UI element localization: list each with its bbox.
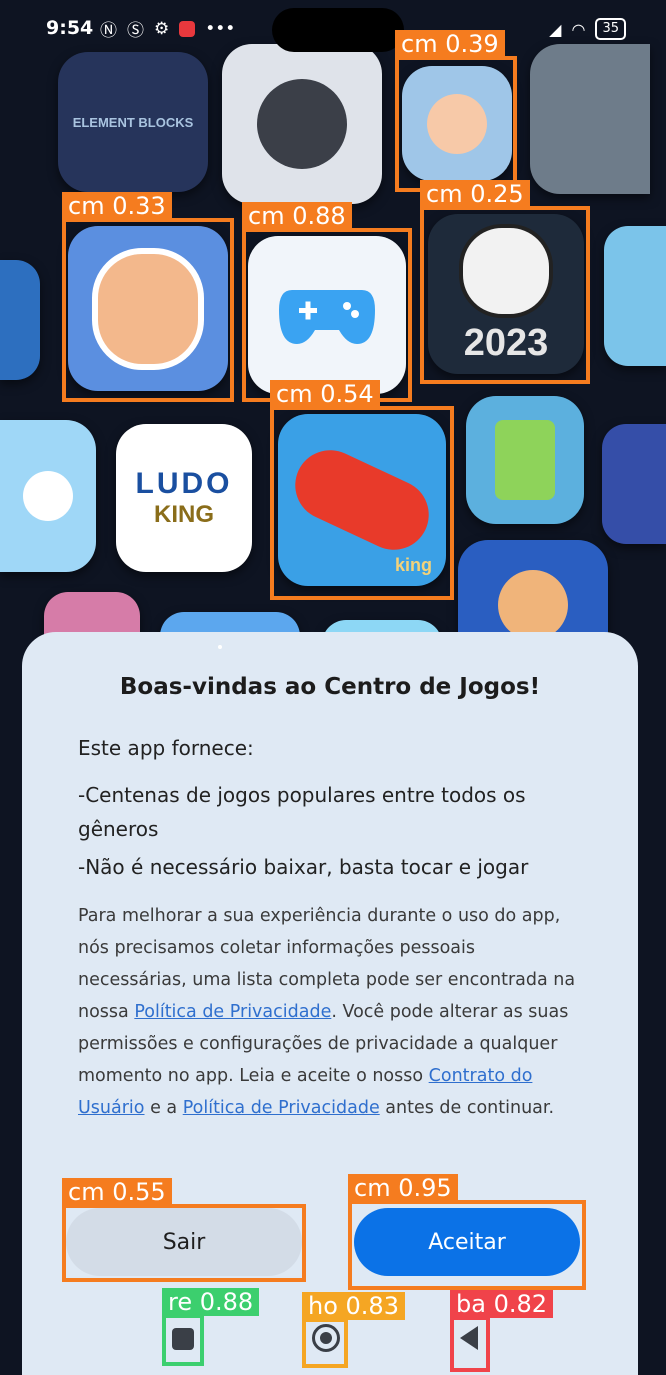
feature-no-download: -Não é necessário baixar, basta tocar e … <box>78 855 529 879</box>
character-icon <box>495 420 555 500</box>
provides-heading: Este app fornece: <box>78 736 254 760</box>
cocomelon-tile[interactable] <box>402 66 512 181</box>
home-button[interactable] <box>312 1324 340 1352</box>
privacy-notice: Para melhorar a sua experiência durante … <box>78 900 578 1124</box>
candy-crush-tile[interactable]: king <box>278 414 446 586</box>
element-blocks-label: ELEMENT BLOCKS <box>72 114 194 130</box>
brawler-icon <box>498 570 568 640</box>
candy-icon <box>283 438 441 562</box>
cat-icon <box>23 471 73 521</box>
baby-face-icon <box>427 93 487 154</box>
candy-brand-label: king <box>394 555 432 575</box>
nfc-icon: Ⓝ <box>100 21 117 41</box>
accept-button[interactable]: Aceitar <box>354 1208 580 1276</box>
privacy-policy-link-1[interactable]: Política de Privacidade <box>134 1002 331 1022</box>
car-game-tile[interactable] <box>530 44 650 194</box>
detection-label-3: cm 0.88 <box>242 202 352 230</box>
ludo-label: LUDO <box>135 467 233 500</box>
cat-coloring-tile[interactable] <box>0 420 96 572</box>
soccer-2023-tile[interactable]: 2023 <box>428 214 584 374</box>
phone-screen: 9:54 Ⓝ Ⓢ ⚙ ••• ◢ ◠ 35 ELEMENT BLOCKS 202… <box>0 0 666 1375</box>
dragon-icon <box>257 79 347 169</box>
partial-tile-left[interactable] <box>0 260 40 380</box>
feature-popular-games: -Centenas de jogos populares entre todos… <box>78 783 526 841</box>
exit-button[interactable]: Sair <box>66 1208 302 1276</box>
free-fire-tile[interactable] <box>222 44 382 204</box>
king-label: KING <box>154 501 214 528</box>
status-right-icons: ◢ ◠ 35 <box>549 18 626 40</box>
game-center-tile[interactable] <box>248 236 406 394</box>
s-app-icon: Ⓢ <box>127 21 144 41</box>
brawl-tile-partial[interactable] <box>602 424 666 544</box>
partial-tile-right[interactable] <box>604 226 666 366</box>
app-notification-icon <box>179 20 196 37</box>
battery-icon: 35 <box>595 18 626 40</box>
camera-notch <box>272 8 404 52</box>
soccer-year-label: 2023 <box>463 321 549 364</box>
privacy-policy-link-2[interactable]: Política de Privacidade <box>183 1098 380 1118</box>
home-circle-icon <box>320 1332 332 1344</box>
element-blocks-tile[interactable]: ELEMENT BLOCKS <box>58 52 208 192</box>
block-character-tile[interactable] <box>466 396 584 524</box>
gamepad-icon <box>279 290 375 344</box>
signal-icon: ◢ <box>549 19 562 39</box>
status-time: 9:54 <box>46 17 94 39</box>
dialog-title: Boas-vindas ao Centro de Jogos! <box>119 674 541 700</box>
detection-label-4: cm 0.25 <box>420 180 530 208</box>
recents-button[interactable] <box>172 1328 194 1350</box>
soccer-ball-icon <box>459 223 553 318</box>
wifi-icon: ◠ <box>571 19 586 39</box>
ludo-king-tile[interactable]: LUDO KING <box>116 424 252 572</box>
dialog-handle <box>218 645 222 649</box>
subway-surfers-tile[interactable] <box>68 226 228 391</box>
back-button[interactable] <box>460 1326 478 1350</box>
status-notification-icons: Ⓝ Ⓢ ⚙ ••• <box>100 16 236 42</box>
privacy-text-3: e a <box>144 1098 183 1118</box>
gear-icon: ⚙ <box>154 18 170 39</box>
more-notifications-icon: ••• <box>205 18 236 39</box>
privacy-text-4: antes de continuar. <box>379 1098 555 1118</box>
detection-label-2: cm 0.33 <box>62 192 172 220</box>
surfer-face-icon <box>92 247 204 370</box>
